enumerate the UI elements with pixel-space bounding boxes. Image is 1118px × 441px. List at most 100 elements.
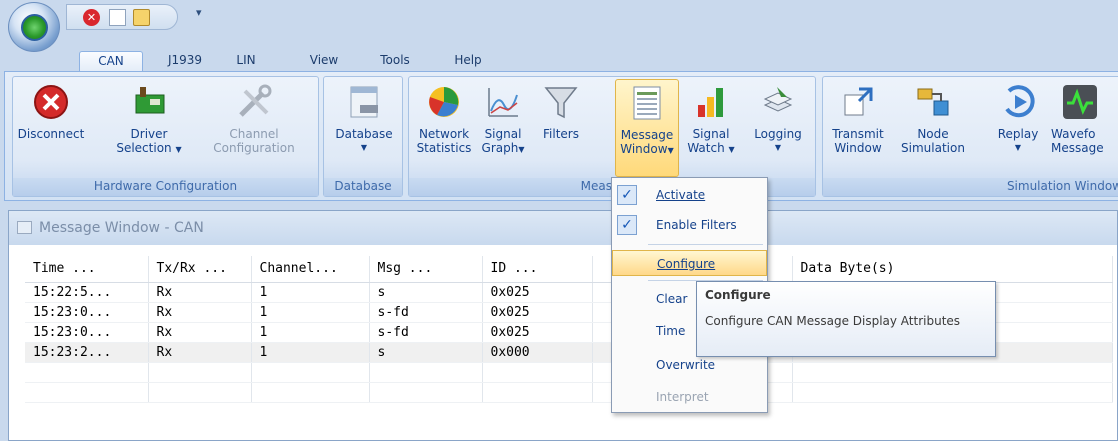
network-statistics-button[interactable]: Network Statistics bbox=[411, 79, 477, 155]
waveform-label-line1: Wavefo bbox=[1051, 127, 1096, 141]
funnel-icon bbox=[542, 83, 580, 121]
logging-label: Logging bbox=[754, 127, 802, 141]
cell-id: 0x025 bbox=[482, 282, 593, 303]
filters-label: Filters bbox=[543, 127, 579, 141]
cell-channel: 1 bbox=[251, 322, 370, 343]
network-label-line1: Network bbox=[418, 127, 470, 141]
database-button[interactable]: Database ▼ bbox=[328, 79, 400, 155]
customize-quick-access-icon[interactable]: ▾ bbox=[196, 6, 202, 19]
table-header-row: Time ... Tx/Rx ... Channel... Msg ... ID… bbox=[25, 256, 1113, 283]
signal-watch-label-line1: Signal bbox=[692, 127, 730, 141]
disconnect-button[interactable]: Disconnect bbox=[17, 79, 85, 141]
transmit-icon bbox=[839, 83, 877, 121]
menu-item-enable-filters[interactable]: ✓ Enable Filters bbox=[612, 212, 767, 238]
driver-board-icon bbox=[130, 83, 168, 121]
signal-watch-button[interactable]: Signal Watch ▼ bbox=[681, 79, 741, 157]
cell-time: 15:23:0... bbox=[25, 302, 149, 323]
driver-label-line1: Driver bbox=[130, 127, 168, 141]
transmit-label-line2: Window bbox=[834, 141, 882, 155]
tab-can[interactable]: CAN bbox=[79, 51, 143, 71]
menu-item-label: Configure bbox=[657, 257, 716, 271]
dropdown-arrow-icon: ▼ bbox=[774, 143, 782, 152]
bar-level-icon bbox=[692, 83, 730, 121]
cell-time: 15:23:2... bbox=[25, 342, 149, 363]
menu-item-activate[interactable]: ✓ Activate bbox=[612, 182, 767, 208]
disconnect-icon bbox=[32, 83, 70, 121]
quick-access-toolbar: ✕ bbox=[66, 4, 178, 30]
driver-selection-button[interactable]: Driver Selection ▼ bbox=[107, 79, 191, 157]
dropdown-arrow-icon: ▼ bbox=[175, 145, 182, 154]
table-row-empty bbox=[25, 382, 1113, 403]
tab-view[interactable]: View bbox=[302, 51, 346, 71]
menu-item-label: Activate bbox=[656, 188, 706, 202]
filters-button[interactable]: Filters bbox=[535, 79, 587, 141]
close-icon[interactable]: ✕ bbox=[83, 9, 100, 26]
app-logo-icon bbox=[21, 14, 48, 41]
menu-item-label: Time bbox=[656, 324, 686, 338]
signal-graph-button[interactable]: Signal Graph▼ bbox=[479, 79, 527, 157]
cell-channel: 1 bbox=[251, 302, 370, 323]
menu-item-interpret: Interpret bbox=[612, 384, 767, 410]
tab-lin[interactable]: LIN bbox=[226, 51, 266, 71]
cell-time: 15:22:5... bbox=[25, 282, 149, 303]
column-header-id[interactable]: ID ... bbox=[482, 256, 593, 283]
cell-txrx: Rx bbox=[148, 302, 252, 323]
disconnect-label: Disconnect bbox=[17, 127, 85, 141]
tooltip-description: Configure CAN Message Display Attributes bbox=[705, 314, 961, 328]
cell-txrx: Rx bbox=[148, 322, 252, 343]
channel-label-line2: Configuration bbox=[213, 141, 295, 155]
simulation-group-caption: Simulation Window bbox=[823, 178, 1118, 196]
cell-id: 0x000 bbox=[482, 342, 593, 363]
tab-tools[interactable]: Tools bbox=[372, 51, 418, 71]
message-window-title: Message Window - CAN bbox=[39, 220, 204, 236]
message-window-button[interactable]: Message Window▼ bbox=[615, 79, 679, 177]
database-icon bbox=[345, 83, 383, 121]
column-header-txrx[interactable]: Tx/Rx ... bbox=[148, 256, 252, 283]
hardware-configuration-group: Disconnect Driver Selection ▼ Channel Co… bbox=[12, 76, 319, 197]
transmit-label-line1: Transmit bbox=[832, 127, 884, 141]
channel-configuration-button: Channel Configuration bbox=[201, 79, 307, 155]
database-label: Database bbox=[335, 127, 393, 141]
cell-txrx: Rx bbox=[148, 282, 252, 303]
dropdown-arrow-icon: ▼ bbox=[1014, 143, 1022, 152]
tools-icon bbox=[235, 83, 273, 121]
message-window-label-line1: Message bbox=[620, 128, 674, 142]
cell-time: 15:23:0... bbox=[25, 322, 149, 343]
menu-item-label: Enable Filters bbox=[656, 218, 737, 232]
dropdown-arrow-icon: ▼ bbox=[518, 145, 525, 154]
node-simulation-button[interactable]: Node Simulation bbox=[891, 79, 975, 155]
open-folder-icon[interactable] bbox=[133, 9, 150, 26]
replay-button[interactable]: Replay ▼ bbox=[991, 79, 1045, 155]
tab-help[interactable]: Help bbox=[446, 51, 490, 71]
column-header-time[interactable]: Time ... bbox=[25, 256, 149, 283]
node-icon bbox=[914, 83, 952, 121]
waveform-icon bbox=[1061, 83, 1099, 121]
message-window-label-line2: Window bbox=[620, 142, 668, 156]
column-header-msg[interactable]: Msg ... bbox=[369, 256, 483, 283]
ribbon: Disconnect Driver Selection ▼ Channel Co… bbox=[4, 71, 1118, 201]
column-header-channel[interactable]: Channel... bbox=[251, 256, 370, 283]
application-orb-button[interactable] bbox=[8, 2, 60, 52]
node-label-line2: Simulation bbox=[901, 141, 965, 155]
column-header-data-bytes[interactable]: Data Byte(s) bbox=[792, 256, 1113, 283]
transmit-window-button[interactable]: Transmit Window bbox=[827, 79, 889, 155]
checkmark-icon: ✓ bbox=[617, 185, 637, 205]
menu-item-label: Interpret bbox=[656, 390, 709, 404]
hardware-group-caption: Hardware Configuration bbox=[13, 178, 318, 196]
tab-j1939[interactable]: J1939 bbox=[160, 51, 210, 71]
menu-item-configure[interactable]: Configure bbox=[612, 250, 767, 276]
simulation-window-group: Transmit Window Node Simulation Replay ▼… bbox=[822, 76, 1118, 197]
logging-button[interactable]: Logging ▼ bbox=[747, 79, 809, 155]
new-document-icon[interactable] bbox=[109, 9, 126, 26]
menu-item-label: Clear bbox=[656, 292, 688, 306]
menu-item-label: Overwrite bbox=[656, 358, 716, 372]
table-row-empty bbox=[25, 362, 1113, 383]
cell-msg: s bbox=[369, 282, 483, 303]
menu-separator bbox=[648, 244, 763, 245]
message-window-icon bbox=[17, 221, 32, 234]
cell-txrx: Rx bbox=[148, 342, 252, 363]
message-window-title-bar: Message Window - CAN bbox=[9, 211, 1117, 245]
waveform-messages-button[interactable]: Wavefo Message bbox=[1051, 79, 1118, 155]
graph-icon bbox=[484, 83, 522, 121]
pie-chart-icon bbox=[425, 83, 463, 121]
